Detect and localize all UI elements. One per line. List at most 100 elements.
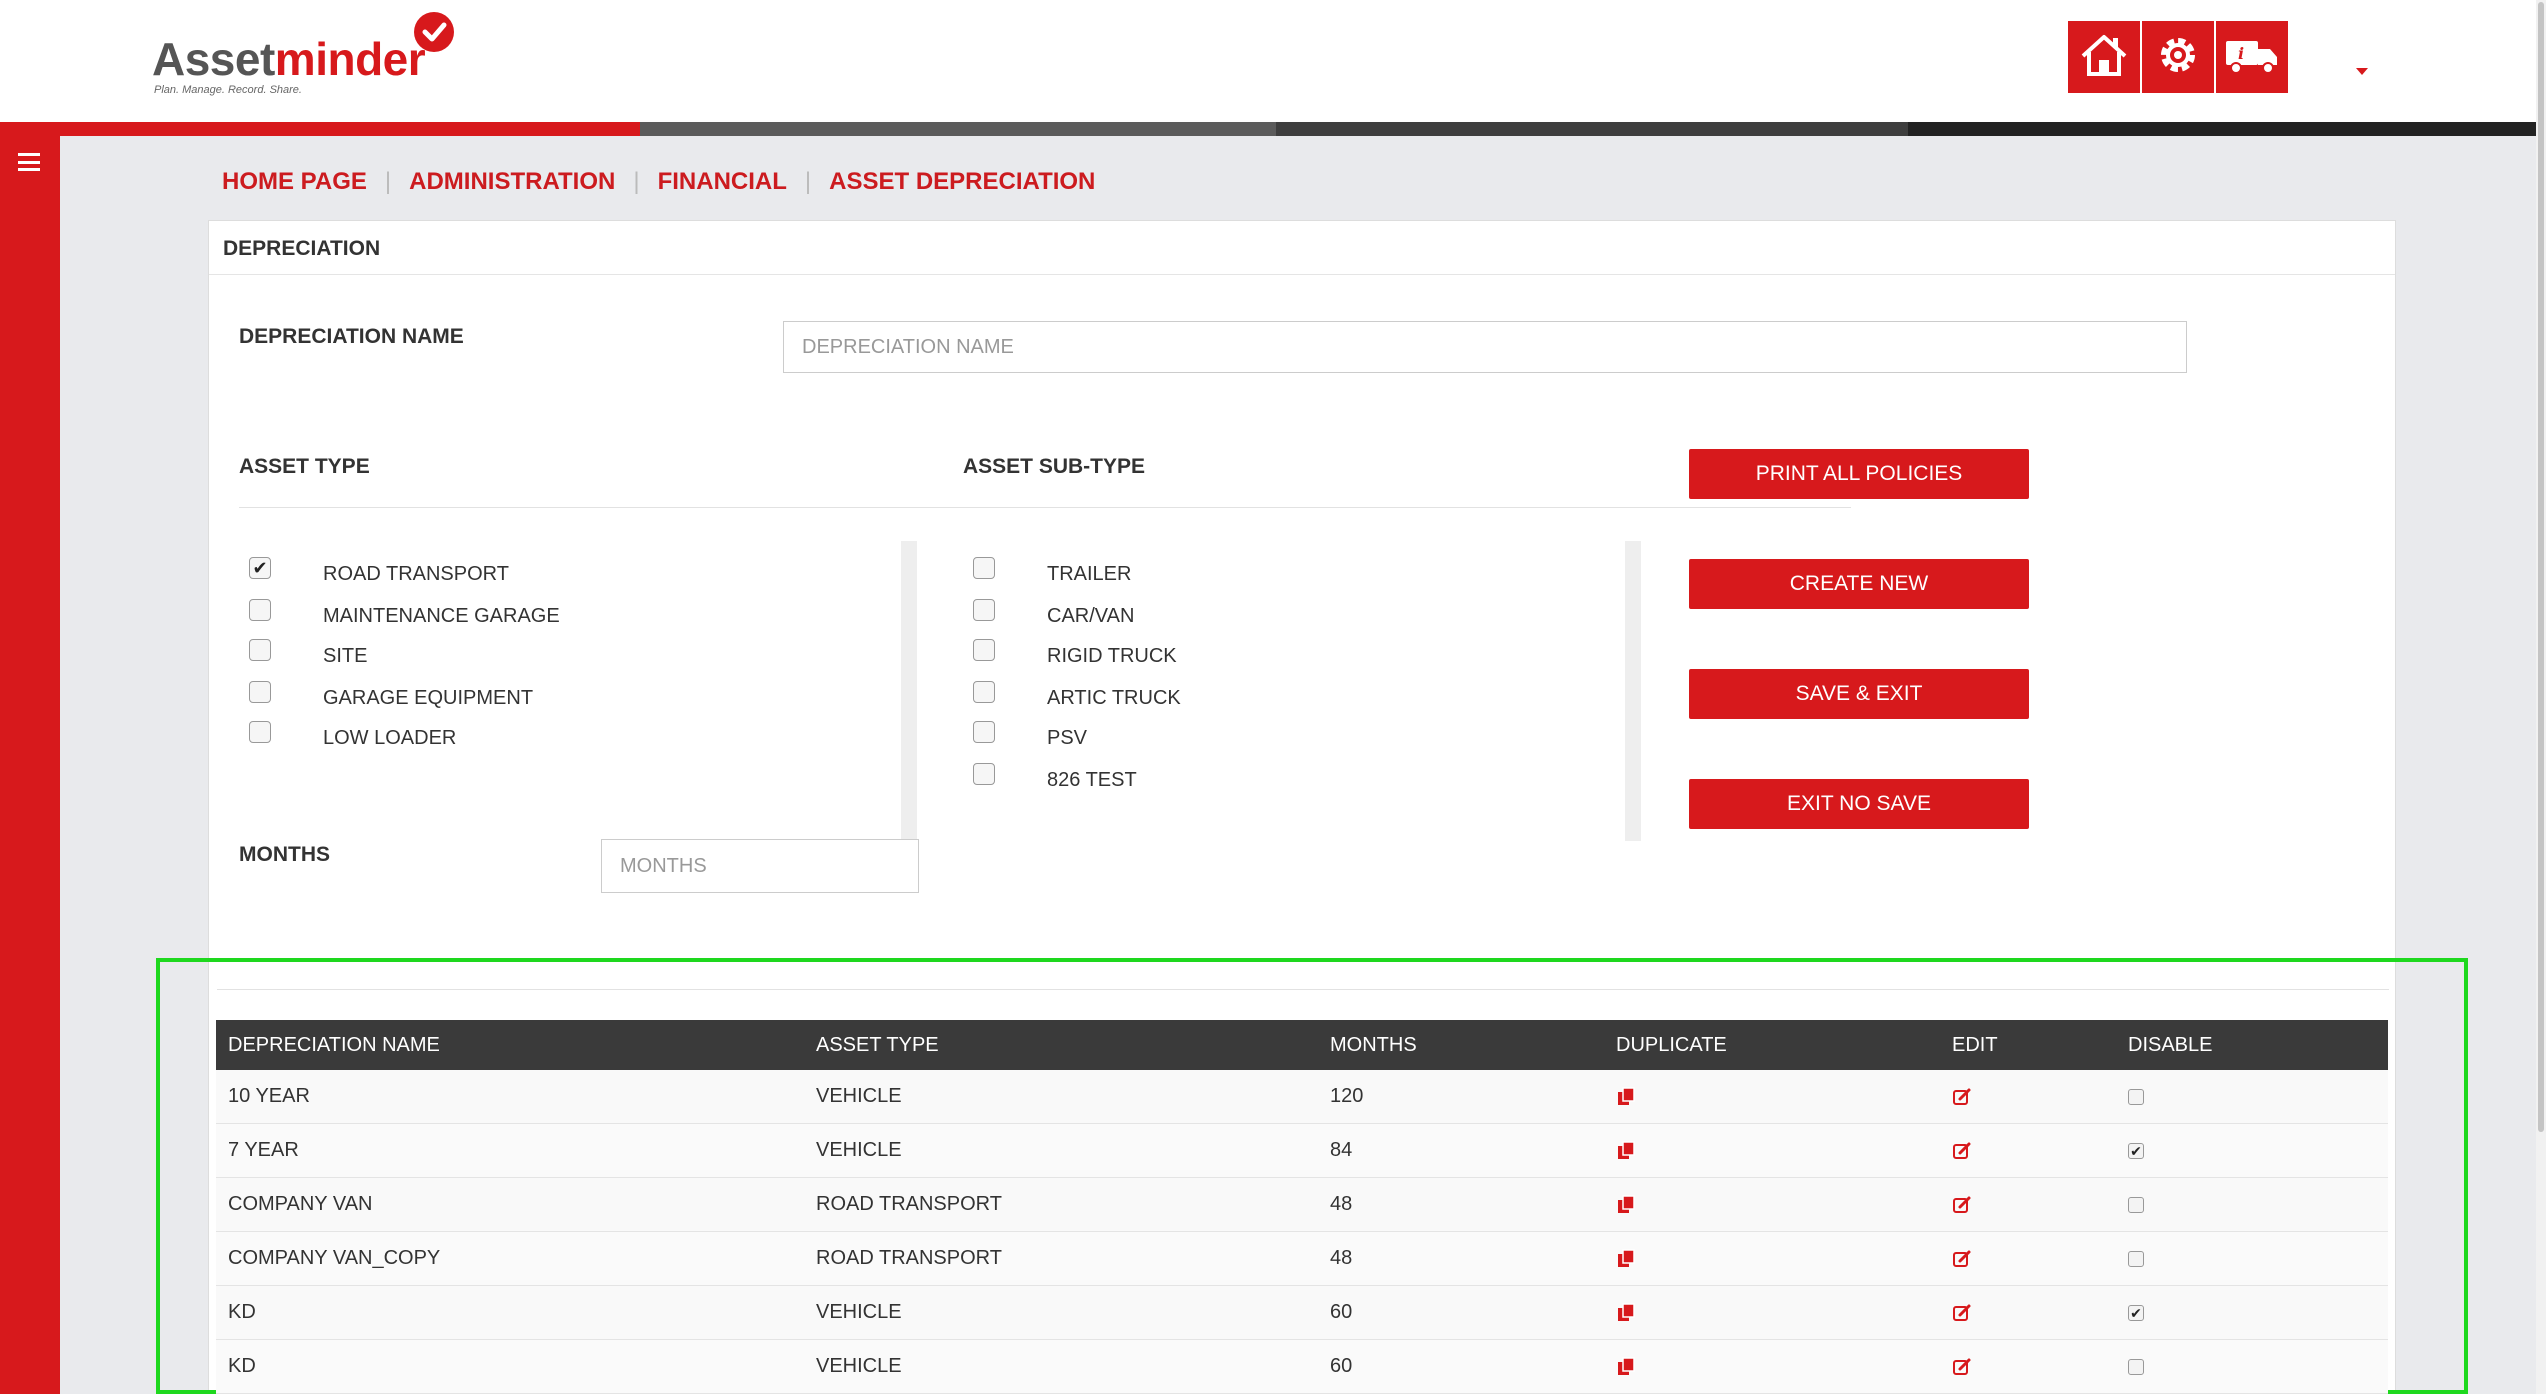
asset-subtype-item[interactable]: CAR/VAN bbox=[973, 597, 1134, 627]
logo-check-icon bbox=[414, 12, 454, 52]
header-asset-type[interactable]: ASSET TYPE bbox=[816, 1020, 939, 1070]
asset-subtype-checkbox[interactable] bbox=[973, 557, 995, 579]
breadcrumb-home-link[interactable]: HOME PAGE bbox=[222, 168, 367, 196]
table-row: KD VEHICLE 60 ✔ bbox=[216, 1286, 2388, 1340]
table-row: COMPANY VAN_COPY ROAD TRANSPORT 48 bbox=[216, 1232, 2388, 1286]
asset-subtype-item[interactable]: TRAILER bbox=[973, 555, 1131, 585]
disable-checkbox[interactable] bbox=[2128, 1358, 2144, 1375]
truck-info-button[interactable]: i bbox=[2216, 21, 2288, 93]
panel-title: DEPRECIATION bbox=[223, 237, 381, 260]
breadcrumb: HOME PAGE | ADMINISTRATION | FINANCIAL |… bbox=[222, 168, 1095, 196]
table-row: KD VEHICLE 60 bbox=[216, 1340, 2388, 1394]
page-scrollbar-thumb[interactable] bbox=[2538, 2, 2544, 1132]
duplicate-icon[interactable] bbox=[1616, 1124, 1636, 1177]
duplicate-icon[interactable] bbox=[1616, 1286, 1636, 1339]
asset-subtype-item[interactable]: RIGID TRUCK bbox=[973, 637, 1177, 667]
cell-depreciation-name: COMPANY VAN_COPY bbox=[228, 1247, 441, 1269]
home-button[interactable] bbox=[2068, 21, 2140, 93]
asset-subtype-item[interactable]: 826 TEST bbox=[973, 761, 1137, 791]
disable-checkbox[interactable]: ✔ bbox=[2128, 1304, 2144, 1321]
header-stripe-black bbox=[1908, 122, 2536, 136]
breadcrumb-financial-link[interactable]: FINANCIAL bbox=[658, 168, 787, 196]
svg-text:i: i bbox=[2238, 44, 2244, 63]
edit-icon[interactable] bbox=[1952, 1340, 1972, 1393]
asset-type-checkbox[interactable] bbox=[249, 599, 271, 621]
asset-subtype-item[interactable]: ARTIC TRUCK bbox=[973, 679, 1181, 709]
cell-asset-type: VEHICLE bbox=[816, 1355, 902, 1377]
breadcrumb-asset-depreciation-link[interactable]: ASSET DEPRECIATION bbox=[829, 168, 1095, 196]
asset-subtype-checkbox[interactable] bbox=[973, 763, 995, 785]
cell-asset-type: VEHICLE bbox=[816, 1301, 902, 1323]
header-duplicate[interactable]: DUPLICATE bbox=[1616, 1020, 1727, 1070]
header-stripe-red bbox=[0, 122, 640, 136]
asset-type-checkbox[interactable]: ✔ bbox=[249, 557, 271, 579]
edit-icon[interactable] bbox=[1952, 1070, 1972, 1123]
asset-subtype-checkbox[interactable] bbox=[973, 721, 995, 743]
disable-checkbox[interactable] bbox=[2128, 1250, 2144, 1267]
breadcrumb-separator: | bbox=[633, 168, 640, 195]
cell-asset-type: VEHICLE bbox=[816, 1085, 902, 1107]
assetminder-logo[interactable]: Assetminder Plan. Manage. Record. Share. bbox=[152, 8, 472, 100]
asset-type-item[interactable]: SITE bbox=[249, 637, 367, 667]
table-body: 10 YEAR VEHICLE 120 7 YEAR VEHICLE 84 ✔ COMPANY… bbox=[216, 1070, 2388, 1394]
asset-type-label: ASSET TYPE bbox=[239, 455, 370, 478]
asset-subtype-checkbox[interactable] bbox=[973, 681, 995, 703]
top-header: Assetminder Plan. Manage. Record. Share.… bbox=[0, 0, 2546, 122]
left-sidebar bbox=[0, 122, 60, 1394]
breadcrumb-administration-link[interactable]: ADMINISTRATION bbox=[409, 168, 615, 196]
asset-subtype-checkbox[interactable] bbox=[973, 599, 995, 621]
asset-type-item[interactable]: LOW LOADER bbox=[249, 719, 456, 749]
table-row: 7 YEAR VEHICLE 84 ✔ bbox=[216, 1124, 2388, 1178]
edit-icon[interactable] bbox=[1952, 1178, 1972, 1231]
cell-asset-type: ROAD TRANSPORT bbox=[816, 1193, 1002, 1215]
logo-wordmark: Assetminder bbox=[152, 32, 426, 86]
asset-type-checkbox[interactable] bbox=[249, 639, 271, 661]
asset-type-item[interactable]: MAINTENANCE GARAGE bbox=[249, 597, 560, 627]
header-disable[interactable]: DISABLE bbox=[2128, 1020, 2212, 1070]
edit-icon[interactable] bbox=[1952, 1124, 1972, 1177]
asset-subtype-checkbox[interactable] bbox=[973, 639, 995, 661]
asset-subtype-item[interactable]: PSV bbox=[973, 719, 1087, 749]
header-stripe-darkgrey bbox=[1276, 122, 1908, 136]
disable-checkbox[interactable] bbox=[2128, 1196, 2144, 1213]
edit-icon[interactable] bbox=[1952, 1286, 1972, 1339]
disable-checkbox[interactable] bbox=[2128, 1088, 2144, 1105]
header-depreciation-name[interactable]: DEPRECIATION NAME bbox=[228, 1020, 440, 1070]
asset-type-item-label: MAINTENANCE GARAGE bbox=[323, 604, 560, 627]
asset-subtype-item-label: CAR/VAN bbox=[1047, 604, 1135, 627]
settings-button[interactable] bbox=[2142, 21, 2214, 93]
disable-checkbox-cell: ✔ bbox=[2128, 1286, 2144, 1339]
asset-type-list: ✔ ROAD TRANSPORT MAINTENANCE GARAGE SITE … bbox=[249, 555, 1089, 855]
asset-type-item[interactable]: GARAGE EQUIPMENT bbox=[249, 679, 533, 709]
cell-depreciation-name: KD bbox=[228, 1301, 256, 1323]
asset-type-item-label: LOW LOADER bbox=[323, 726, 457, 749]
asset-subtype-scrollbar[interactable] bbox=[1625, 541, 1641, 841]
asset-type-checkbox[interactable] bbox=[249, 681, 271, 703]
duplicate-icon[interactable] bbox=[1616, 1070, 1636, 1123]
create-new-button[interactable]: CREATE NEW bbox=[1689, 559, 2029, 609]
print-all-policies-button[interactable]: PRINT ALL POLICIES bbox=[1689, 449, 2029, 499]
header-edit[interactable]: EDIT bbox=[1952, 1020, 1998, 1070]
breadcrumb-separator: | bbox=[804, 168, 812, 195]
duplicate-icon[interactable] bbox=[1616, 1340, 1636, 1393]
asset-subtype-item-label: RIGID TRUCK bbox=[1047, 644, 1177, 667]
exit-no-save-button[interactable]: EXIT NO SAVE bbox=[1689, 779, 2029, 829]
disable-checkbox-cell: ✔ bbox=[2128, 1124, 2144, 1177]
duplicate-icon[interactable] bbox=[1616, 1178, 1636, 1231]
depreciation-table: DEPRECIATION NAME ASSET TYPE MONTHS DUPL… bbox=[216, 1020, 2388, 1394]
depreciation-name-input[interactable]: DEPRECIATION NAME bbox=[783, 321, 2187, 373]
asset-type-item[interactable]: ✔ ROAD TRANSPORT bbox=[249, 555, 509, 585]
asset-type-scrollbar[interactable] bbox=[901, 541, 917, 841]
depreciation-name-label: DEPRECIATION NAME bbox=[239, 325, 464, 348]
header-months[interactable]: MONTHS bbox=[1330, 1020, 1417, 1070]
header-stripe-grey bbox=[640, 122, 1276, 136]
edit-icon[interactable] bbox=[1952, 1232, 1972, 1285]
save-exit-button[interactable]: SAVE & EXIT bbox=[1689, 669, 2029, 719]
asset-subtype-label: ASSET SUB-TYPE bbox=[963, 455, 1146, 478]
hamburger-menu-icon[interactable] bbox=[18, 153, 40, 171]
user-dropdown-caret-icon[interactable] bbox=[2356, 68, 2368, 75]
asset-type-checkbox[interactable] bbox=[249, 721, 271, 743]
disable-checkbox[interactable]: ✔ bbox=[2128, 1142, 2144, 1159]
months-input[interactable]: MONTHS bbox=[601, 839, 919, 893]
duplicate-icon[interactable] bbox=[1616, 1232, 1636, 1285]
